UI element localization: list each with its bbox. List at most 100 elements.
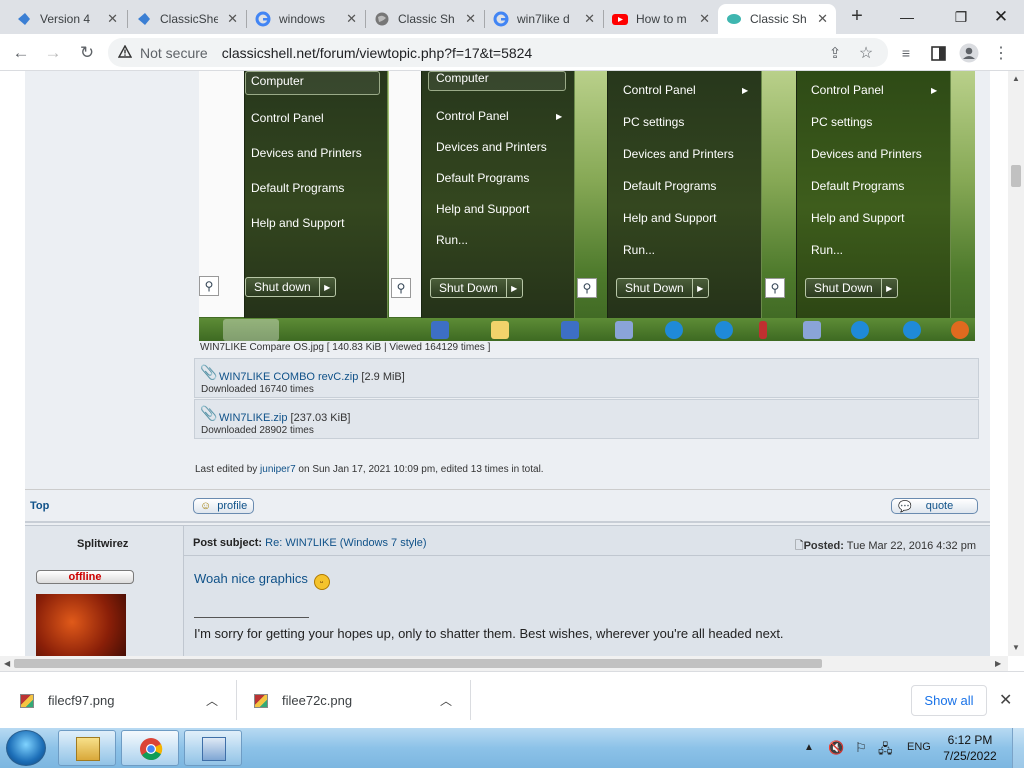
tab-6[interactable]: How to m ✕ bbox=[604, 4, 718, 34]
attachment-link[interactable]: WIN7LIKE COMBO revC.zip bbox=[219, 371, 358, 383]
attachment-link[interactable]: WIN7LIKE.zip bbox=[219, 412, 287, 424]
post-date: Tue Mar 22, 2016 4:32 pm bbox=[846, 540, 976, 552]
download-filename[interactable]: filee72c.png bbox=[282, 693, 352, 708]
menu-item: Default Programs bbox=[251, 181, 345, 195]
menu-item: Default Programs bbox=[623, 179, 717, 193]
screenshot-taskbar-strip bbox=[199, 318, 975, 341]
close-tab-icon[interactable]: ✕ bbox=[227, 11, 238, 27]
reading-list-icon[interactable]: ≡ bbox=[893, 40, 919, 66]
quote-bubble-icon: 💬 bbox=[898, 500, 912, 513]
taskbar-explorer[interactable] bbox=[58, 730, 116, 766]
ie-icon bbox=[851, 321, 869, 339]
quote-button[interactable]: 💬 quote bbox=[891, 498, 978, 514]
profile-button[interactable]: ☺ profile bbox=[193, 498, 255, 514]
tab-5[interactable]: win7like d ✕ bbox=[485, 4, 603, 34]
side-panel-icon[interactable] bbox=[925, 40, 951, 66]
post-author-column: Splitwirez offline bbox=[25, 526, 184, 656]
menu-item: Default Programs bbox=[436, 171, 530, 185]
close-tab-icon[interactable]: ✕ bbox=[817, 11, 828, 27]
download-item-2[interactable]: filee72c.png ︿ bbox=[234, 672, 470, 729]
image-file-icon bbox=[20, 693, 34, 708]
paperclip-icon: 📎 bbox=[200, 405, 218, 421]
show-hidden-icons-arrow[interactable]: ▲ bbox=[804, 742, 814, 753]
search-icon: ⚲ bbox=[577, 278, 597, 298]
new-tab-button[interactable]: + bbox=[846, 6, 868, 28]
system-clock[interactable]: 6:12 PM 7/25/2022 bbox=[934, 732, 1006, 764]
signature: I'm sorry for getting your hopes up, onl… bbox=[194, 626, 784, 641]
download-item-1[interactable]: filecf97.png ︿ bbox=[0, 672, 236, 729]
tab-7-active[interactable]: Classic Sh ✕ bbox=[718, 4, 836, 34]
warning-icon[interactable] bbox=[117, 44, 133, 61]
post-subject-link[interactable]: Re: WIN7LIKE (Windows 7 style) bbox=[265, 537, 426, 549]
start-menu-3: Control Panel ▶ PC settings Devices and … bbox=[607, 71, 762, 318]
clock-time: 6:12 PM bbox=[947, 733, 993, 747]
network-icon[interactable]: 🖧 bbox=[878, 740, 893, 762]
search-icon: ⚲ bbox=[391, 278, 411, 298]
tab-title: Version 4 bbox=[40, 12, 91, 26]
post-footer: Top ☺ profile 💬 quote bbox=[25, 489, 990, 523]
taskbar-chrome[interactable] bbox=[121, 730, 179, 766]
menu-item: Computer bbox=[436, 71, 489, 85]
back-button[interactable]: ← bbox=[8, 40, 34, 66]
forward-button[interactable]: → bbox=[40, 40, 66, 66]
url-text[interactable]: classicshell.net/forum/viewtopic.php?f=1… bbox=[222, 45, 533, 61]
volume-muted-icon[interactable]: 🔇 bbox=[828, 740, 844, 756]
app-icon bbox=[615, 321, 633, 339]
tab-1[interactable]: Version 4 ✕ bbox=[8, 4, 126, 34]
close-downloads-icon[interactable]: ✕ bbox=[999, 690, 1012, 710]
download-filename[interactable]: filecf97.png bbox=[48, 693, 115, 708]
show-desktop-button[interactable] bbox=[1012, 728, 1024, 768]
minimize-button[interactable]: — bbox=[884, 0, 930, 34]
chevron-up-icon[interactable]: ︿ bbox=[206, 692, 218, 709]
action-center-flag-icon[interactable]: ⚐ bbox=[855, 740, 867, 756]
tab-2[interactable]: ClassicShe ✕ bbox=[128, 4, 246, 34]
top-link[interactable]: Top bbox=[30, 500, 49, 512]
horizontal-scroll-thumb[interactable] bbox=[14, 659, 822, 668]
menu-item: PC settings bbox=[811, 115, 873, 129]
close-tab-icon[interactable]: ✕ bbox=[584, 11, 595, 27]
offline-badge: offline bbox=[36, 570, 134, 584]
page-viewport: ⚲ Computer Control Panel Devices and Pri… bbox=[0, 71, 1008, 656]
post-author[interactable]: Splitwirez bbox=[77, 538, 128, 550]
vertical-scrollbar[interactable]: ▲ ▼ bbox=[1008, 71, 1024, 656]
close-tab-icon[interactable]: ✕ bbox=[107, 11, 118, 27]
close-window-button[interactable]: ✕ bbox=[978, 0, 1024, 34]
menu-item: Devices and Printers bbox=[436, 140, 547, 154]
close-tab-icon[interactable]: ✕ bbox=[465, 11, 476, 27]
chevron-up-icon[interactable]: ︿ bbox=[440, 692, 452, 709]
bookmark-star-icon[interactable]: ☆ bbox=[853, 40, 879, 66]
share-icon[interactable]: ⇪ bbox=[822, 40, 848, 66]
search-icon: ⚲ bbox=[199, 276, 219, 296]
image-file-icon bbox=[254, 693, 268, 708]
not-secure-label[interactable]: Not secure bbox=[140, 45, 208, 61]
menu-item: Help and Support bbox=[811, 211, 905, 225]
classicshell-icon bbox=[726, 11, 742, 27]
taskbar-control-panel[interactable] bbox=[184, 730, 242, 766]
start-orb-icon bbox=[223, 319, 279, 341]
tab-3[interactable]: windows ✕ bbox=[247, 4, 365, 34]
attached-screenshot-image[interactable]: ⚲ Computer Control Panel Devices and Pri… bbox=[199, 71, 975, 341]
reload-button[interactable]: ↻ bbox=[74, 40, 100, 66]
ie-icon bbox=[715, 321, 733, 339]
paperclip-icon: 📎 bbox=[200, 364, 218, 380]
start-orb-icon[interactable] bbox=[6, 730, 46, 766]
language-indicator[interactable]: ENG bbox=[907, 741, 931, 753]
editor-user-link[interactable]: juniper7 bbox=[260, 464, 296, 475]
google-icon bbox=[493, 11, 509, 27]
google-icon bbox=[255, 11, 271, 27]
close-tab-icon[interactable]: ✕ bbox=[699, 11, 710, 27]
show-all-button[interactable]: Show all bbox=[911, 685, 987, 716]
menu-kebab-icon[interactable]: ⋮ bbox=[988, 40, 1014, 66]
scroll-down-arrow-icon: ▼ bbox=[1012, 643, 1020, 652]
tab-title: win7like d bbox=[517, 12, 570, 26]
post-icon[interactable]: 🗋 bbox=[795, 540, 804, 552]
vertical-scroll-thumb[interactable] bbox=[1011, 165, 1021, 187]
horizontal-scrollbar[interactable]: ◀ ▶ bbox=[0, 656, 1008, 671]
folder-icon bbox=[491, 321, 509, 339]
menu-item: Help and Support bbox=[623, 211, 717, 225]
profile-avatar-icon[interactable] bbox=[956, 40, 982, 66]
close-tab-icon[interactable]: ✕ bbox=[346, 11, 357, 27]
address-bar[interactable]: Not secure classicshell.net/forum/viewto… bbox=[108, 38, 888, 67]
tab-4[interactable]: Classic Sh ✕ bbox=[366, 4, 484, 34]
start-menu-1: Computer Control Panel Devices and Print… bbox=[244, 71, 388, 318]
